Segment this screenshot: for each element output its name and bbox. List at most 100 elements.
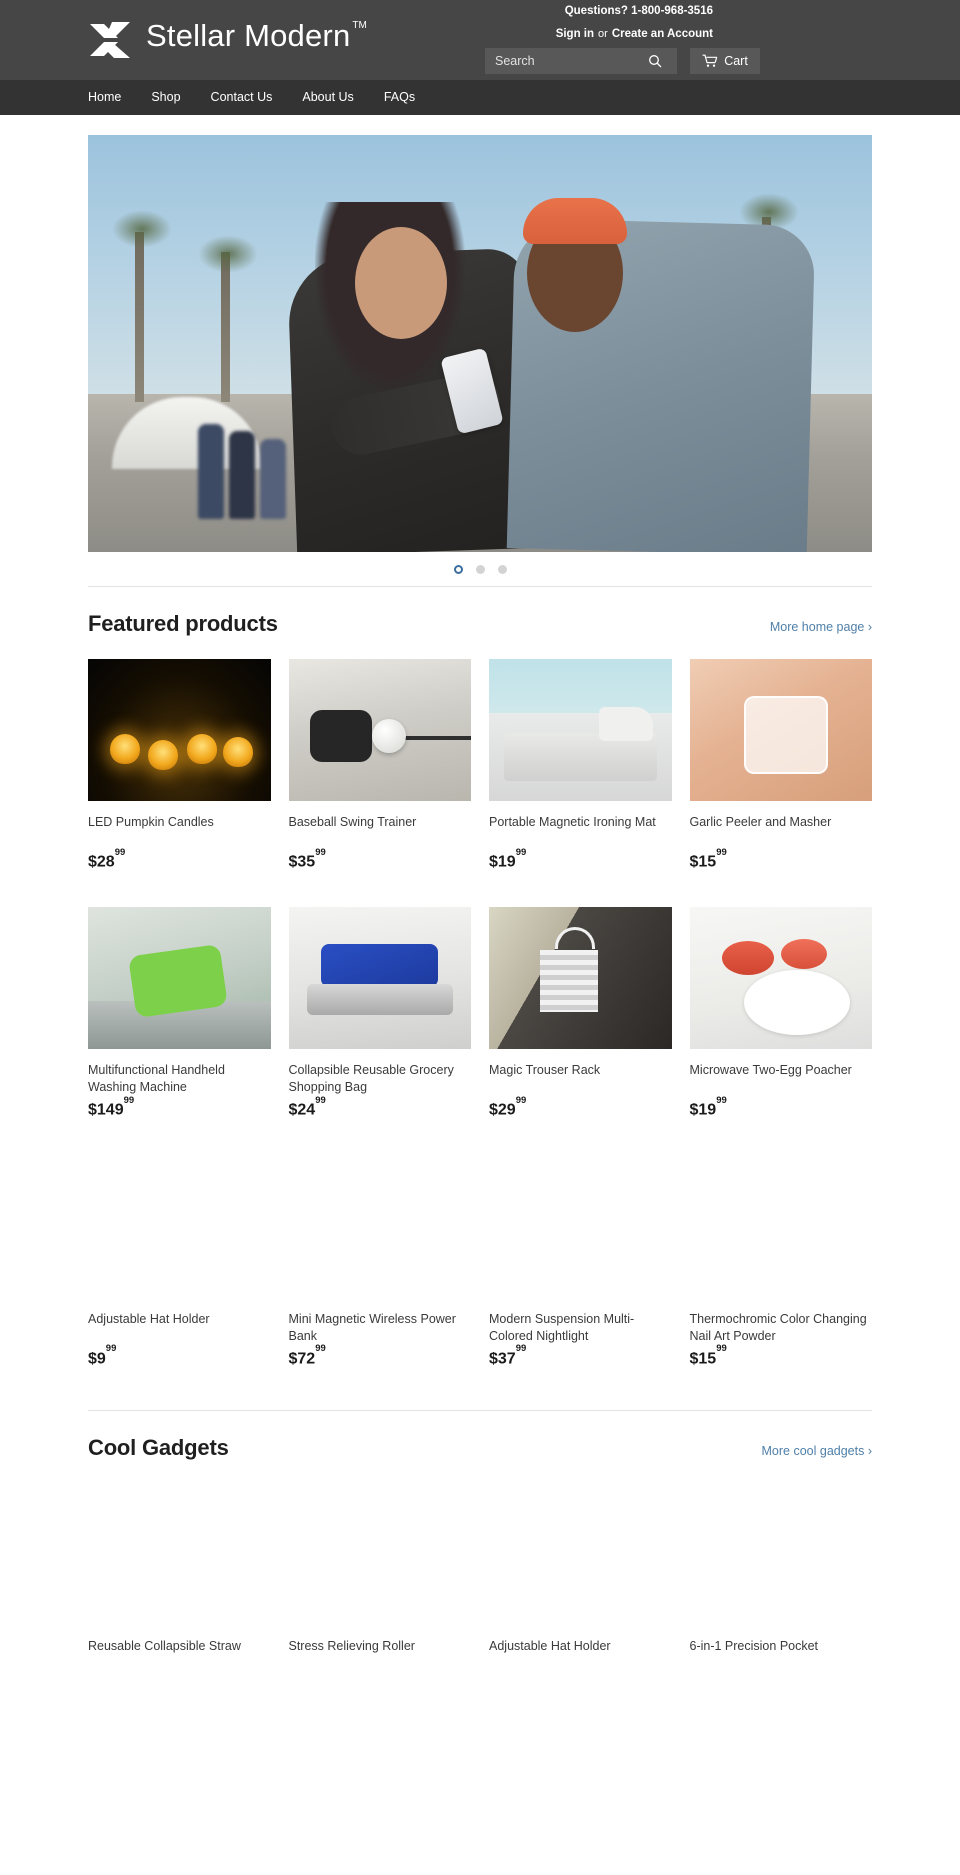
product-image[interactable] <box>288 907 471 1050</box>
product-image[interactable] <box>88 1482 271 1625</box>
or-separator: or <box>598 28 608 40</box>
create-account-link[interactable]: Create an Account <box>612 28 713 40</box>
carousel-dot-2[interactable] <box>475 564 485 574</box>
x-arrow-logo-icon <box>90 22 130 58</box>
product-card[interactable]: Portable Magnetic Ironing Mat $1999 <box>489 659 672 871</box>
nav-item-home[interactable]: Home <box>88 80 121 115</box>
site-header: Stellar Modern TM Questions? 1-800-968-35… <box>0 0 960 80</box>
product-price: $14999 <box>88 1095 135 1119</box>
product-price: $3599 <box>288 846 326 871</box>
featured-products-header: Featured products More home page › <box>88 586 872 637</box>
carousel-dots <box>88 552 872 586</box>
main-navigation: Home Shop Contact Us About Us FAQs <box>0 80 960 115</box>
carousel-dot-1[interactable] <box>453 564 463 574</box>
sign-in-link[interactable]: Sign in <box>556 28 594 40</box>
carousel-dot-3[interactable] <box>497 564 507 574</box>
hero-photo <box>88 135 872 552</box>
product-title: Stress Relieving Roller <box>288 1638 415 1653</box>
more-home-page-link[interactable]: More home page › <box>770 620 872 634</box>
search-input[interactable] <box>485 49 640 73</box>
product-title: Portable Magnetic Ironing Mat <box>489 815 656 829</box>
nav-item-contact[interactable]: Contact Us <box>211 80 273 115</box>
product-price: $2499 <box>288 1095 326 1119</box>
product-image[interactable] <box>489 907 672 1050</box>
product-title: Microwave Two-Egg Poacher <box>689 1063 852 1078</box>
account-links: Sign in or Create an Account <box>556 28 713 40</box>
product-card[interactable]: Microwave Two-Egg Poacher $1999 <box>689 907 872 1119</box>
product-image[interactable] <box>288 659 471 801</box>
product-image[interactable] <box>489 1155 672 1298</box>
product-price: $7299 <box>288 1343 326 1367</box>
product-image[interactable] <box>88 1155 271 1298</box>
more-cool-gadgets-link[interactable]: More cool gadgets › <box>762 1444 872 1458</box>
nav-item-shop[interactable]: Shop <box>151 80 180 115</box>
product-card[interactable]: Adjustable Hat Holder $999 <box>88 1155 271 1368</box>
product-image[interactable] <box>689 1155 872 1298</box>
search-bar[interactable] <box>485 48 677 74</box>
product-title: 6-in-1 Precision Pocket <box>689 1638 819 1653</box>
shopping-cart-icon <box>702 54 718 67</box>
nav-item-faqs[interactable]: FAQs <box>384 80 415 115</box>
product-card[interactable]: LED Pumpkin Candles $2899 <box>88 659 271 871</box>
hero-banner-image[interactable] <box>88 135 872 552</box>
product-price: $999 <box>88 1343 117 1367</box>
product-price: $1999 <box>689 1095 727 1119</box>
product-card[interactable]: Collapsible Reusable Grocery Shopping Ba… <box>288 907 471 1119</box>
product-image[interactable] <box>689 907 872 1050</box>
product-title: Collapsible Reusable Grocery Shopping Ba… <box>288 1063 454 1095</box>
product-title: Adjustable Hat Holder <box>489 1638 611 1653</box>
cool-gadgets-header: Cool Gadgets More cool gadgets › <box>88 1409 872 1461</box>
product-title: Reusable Collapsible Straw <box>88 1638 241 1653</box>
cool-gadgets-grid: Reusable Collapsible Straw Stress Reliev… <box>88 1482 872 1672</box>
product-card[interactable]: Stress Relieving Roller <box>288 1482 471 1672</box>
product-image[interactable] <box>489 1482 672 1625</box>
product-price: $2999 <box>489 1095 527 1119</box>
hero-carousel-region <box>0 115 960 586</box>
product-card[interactable]: Thermochromic Color Changing Nail Art Po… <box>689 1155 872 1368</box>
product-image[interactable] <box>689 659 872 801</box>
cool-gadgets-section: Cool Gadgets More cool gadgets › Reusabl… <box>0 1409 960 1672</box>
questions-phone: Questions? 1-800-968-3516 <box>564 5 713 17</box>
product-image[interactable] <box>88 659 271 801</box>
featured-products-grid-row3: Adjustable Hat Holder $999 Mini Magnetic… <box>88 1155 872 1368</box>
product-card[interactable]: Baseball Swing Trainer $3599 <box>288 659 471 871</box>
product-title: Garlic Peeler and Masher <box>689 815 832 829</box>
product-card[interactable]: Adjustable Hat Holder <box>489 1482 672 1672</box>
featured-products-grid: LED Pumpkin Candles $2899 Baseball Swing… <box>88 659 872 871</box>
product-image[interactable] <box>288 1155 471 1298</box>
site-logo[interactable]: Stellar Modern TM <box>88 16 367 64</box>
product-card[interactable]: Garlic Peeler and Masher $1599 <box>689 659 872 871</box>
product-card[interactable]: Reusable Collapsible Straw <box>88 1482 271 1672</box>
featured-products-grid-row2: Multifunctional Handheld Washing Machine… <box>88 907 872 1119</box>
logo-text: Stellar Modern <box>146 18 351 53</box>
search-icon <box>649 55 662 68</box>
product-title: Multifunctional Handheld Washing Machine <box>88 1063 225 1095</box>
page-title-cool-gadgets: Cool Gadgets <box>88 1434 229 1460</box>
product-price: $1599 <box>689 846 727 871</box>
cart-button[interactable]: Cart <box>690 48 760 74</box>
product-card[interactable]: Magic Trouser Rack $2999 <box>489 907 672 1119</box>
product-price: $3799 <box>489 1343 527 1367</box>
product-card[interactable]: Mini Magnetic Wireless Power Bank $7299 <box>288 1155 471 1368</box>
product-price: $1599 <box>689 1343 727 1367</box>
product-image[interactable] <box>288 1482 471 1625</box>
nav-item-about[interactable]: About Us <box>302 80 353 115</box>
search-button[interactable] <box>640 48 670 74</box>
product-title: Thermochromic Color Changing Nail Art Po… <box>689 1311 867 1343</box>
product-title: Adjustable Hat Holder <box>88 1311 210 1326</box>
product-card[interactable]: Modern Suspension Multi-Colored Nightlig… <box>489 1155 672 1368</box>
product-image[interactable] <box>88 907 271 1050</box>
product-price: $2899 <box>88 846 126 871</box>
product-image[interactable] <box>489 659 672 801</box>
product-image[interactable] <box>689 1482 872 1625</box>
page-title-featured: Featured products <box>88 611 278 636</box>
product-card[interactable]: 6-in-1 Precision Pocket <box>689 1482 872 1672</box>
featured-products-section: Featured products More home page › LED P… <box>0 586 960 1368</box>
product-title: Mini Magnetic Wireless Power Bank <box>288 1311 456 1343</box>
product-title: Modern Suspension Multi-Colored Nightlig… <box>489 1311 635 1343</box>
header-utilities: Questions? 1-800-968-3516 Sign in or Creat… <box>480 0 960 80</box>
product-price: $1999 <box>489 846 527 871</box>
product-card[interactable]: Multifunctional Handheld Washing Machine… <box>88 907 271 1119</box>
product-title: Baseball Swing Trainer <box>288 815 417 829</box>
product-title: LED Pumpkin Candles <box>88 815 214 829</box>
